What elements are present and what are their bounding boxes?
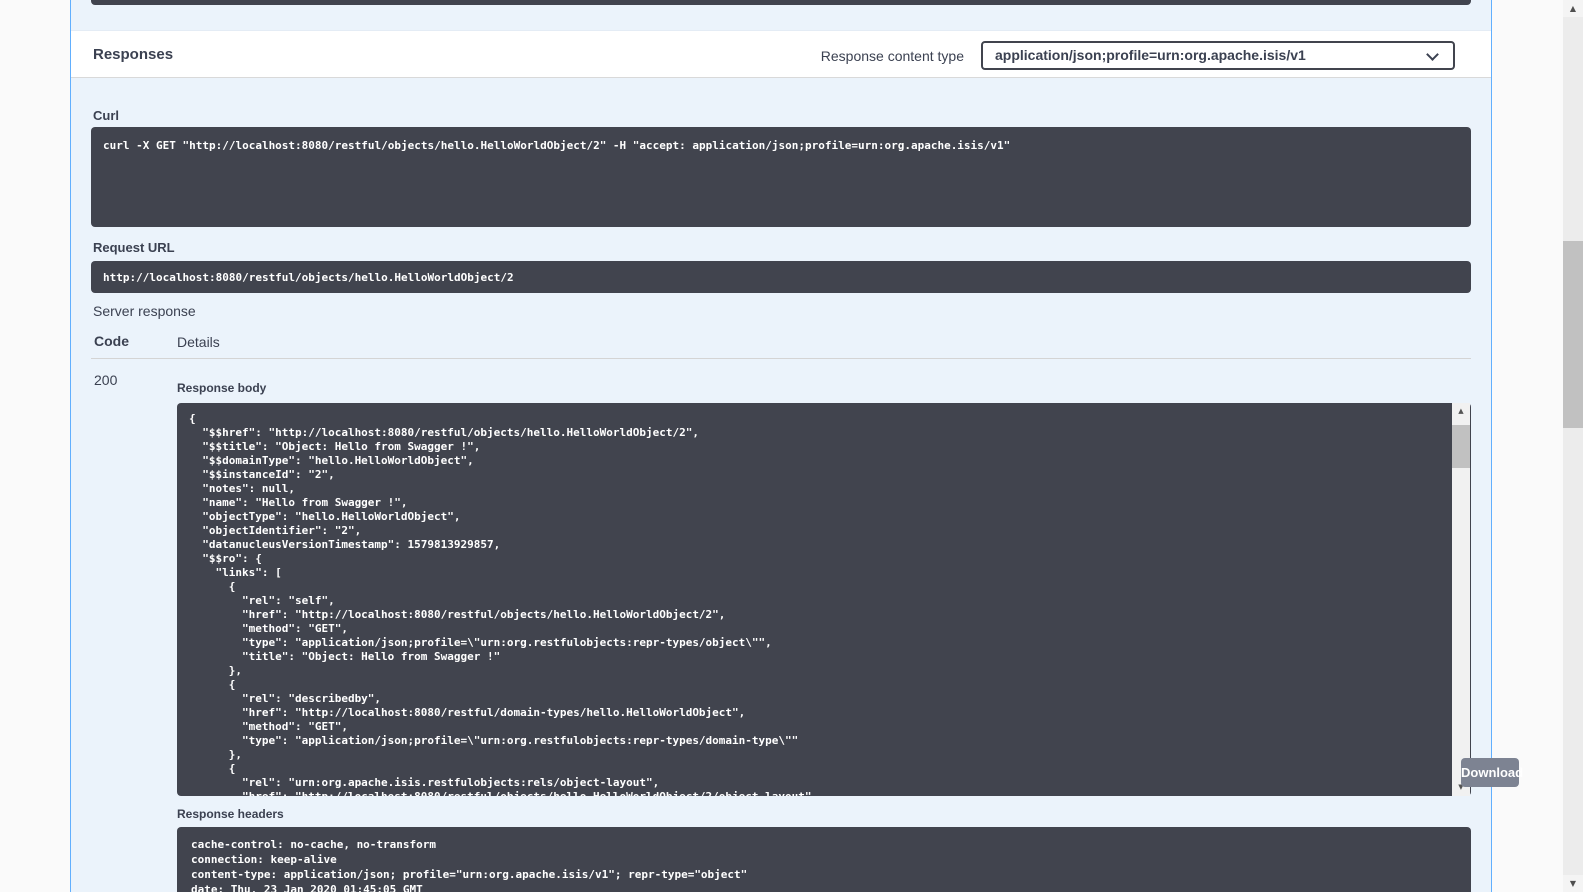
curl-command-text: curl -X GET "http://localhost:8080/restf… — [91, 127, 1471, 164]
page-scrollbar-thumb[interactable] — [1563, 241, 1583, 428]
curl-command-block: curl -X GET "http://localhost:8080/restf… — [91, 127, 1471, 227]
previous-code-block-edge — [91, 0, 1471, 5]
response-content-type-value: application/json;profile=urn:org.apache.… — [995, 47, 1306, 63]
response-headers-label: Response headers — [177, 807, 284, 821]
response-headers-block: cache-control: no-cache, no-transform co… — [177, 827, 1471, 892]
code-column-header: Code — [94, 333, 129, 349]
download-button[interactable]: Download — [1461, 758, 1519, 787]
response-body-json: { "$$href": "http://localhost:8080/restf… — [177, 403, 1471, 796]
response-body-label: Response body — [177, 381, 266, 395]
page-scrollbar[interactable]: ▲ ▼ — [1563, 0, 1583, 892]
scroll-up-icon[interactable]: ▲ — [1452, 403, 1470, 420]
status-code: 200 — [94, 372, 117, 388]
details-column-header: Details — [177, 334, 220, 350]
response-content-type-label: Response content type — [821, 48, 964, 64]
response-body-scrollbar[interactable]: ▲ ▼ — [1452, 403, 1470, 796]
response-headers-text: cache-control: no-cache, no-transform co… — [177, 827, 1471, 892]
server-response-label: Server response — [93, 303, 196, 319]
request-url-block: http://localhost:8080/restful/objects/he… — [91, 261, 1471, 293]
responses-title: Responses — [93, 46, 173, 63]
page-scroll-up-icon[interactable]: ▲ — [1563, 0, 1583, 17]
curl-label: Curl — [93, 108, 119, 123]
responses-section-header: Responses Response content type applicat… — [71, 30, 1491, 78]
response-body-scrollbar-thumb[interactable] — [1452, 425, 1470, 468]
page-scroll-down-icon[interactable]: ▼ — [1563, 875, 1583, 892]
request-url-text: http://localhost:8080/restful/objects/he… — [91, 261, 1471, 294]
response-body-block[interactable]: { "$$href": "http://localhost:8080/restf… — [177, 403, 1471, 796]
get-operation-block: Responses Response content type applicat… — [70, 0, 1492, 892]
table-divider — [91, 358, 1471, 359]
request-url-label: Request URL — [93, 240, 175, 255]
chevron-down-icon — [1426, 48, 1439, 61]
response-content-type-select[interactable]: application/json;profile=urn:org.apache.… — [981, 41, 1455, 70]
